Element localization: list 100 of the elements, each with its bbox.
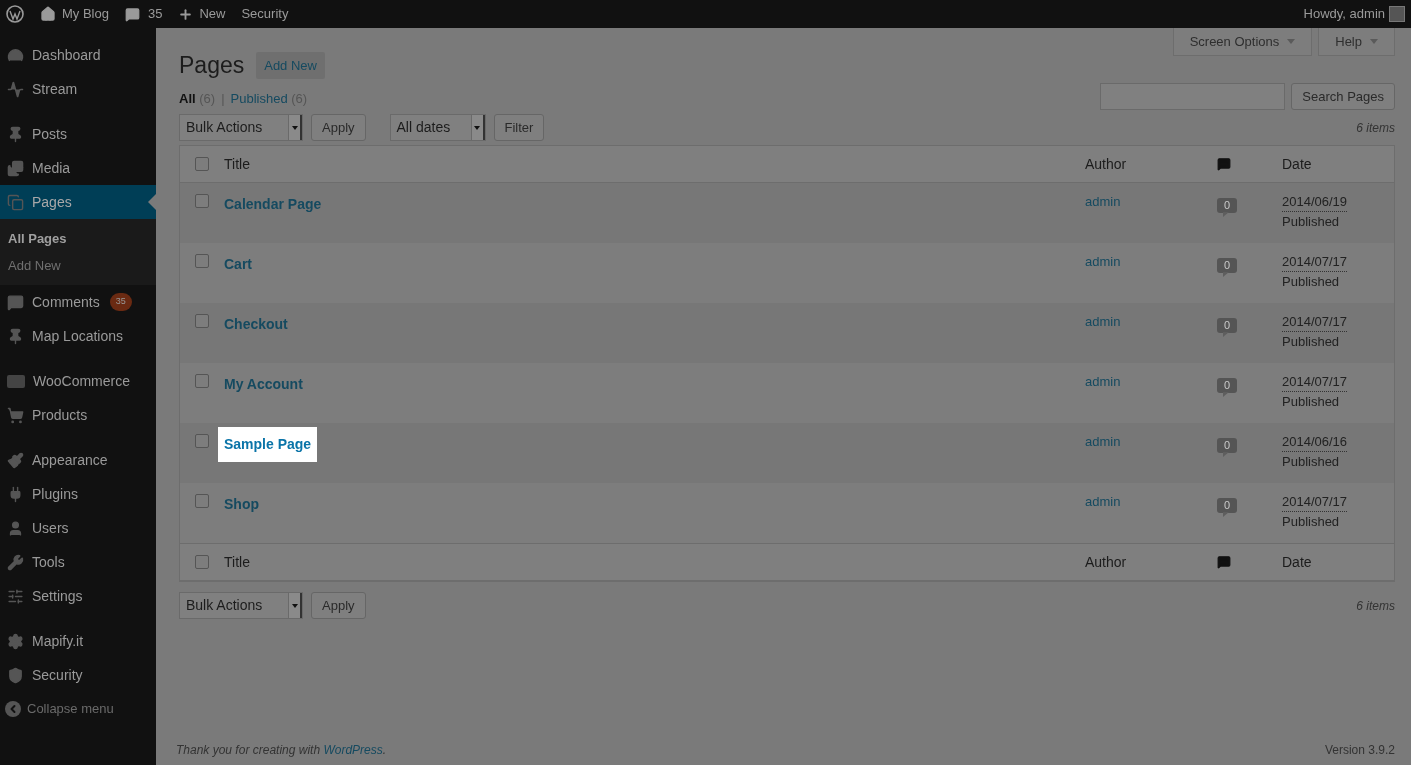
caret-icon: [288, 593, 302, 618]
author-link[interactable]: admin: [1085, 312, 1217, 332]
column-header[interactable]: Author: [1085, 153, 1217, 175]
date-text: 2014/06/16: [1282, 432, 1348, 452]
pages-icon: [7, 193, 24, 211]
sidebar-item[interactable]: Products: [0, 398, 156, 432]
column-header[interactable]: Title: [224, 551, 1085, 573]
author-link[interactable]: admin: [1085, 372, 1217, 392]
cart-icon: [7, 406, 24, 424]
apply-button[interactable]: Apply: [311, 592, 366, 619]
sidebar-item[interactable]: WooCommerce: [0, 364, 156, 398]
checkbox[interactable]: [195, 555, 209, 569]
sidebar-item[interactable]: Tools: [0, 545, 156, 579]
checkbox[interactable]: [195, 157, 209, 171]
checkbox[interactable]: [195, 374, 209, 388]
greeting-link[interactable]: Howdy, admin: [1303, 4, 1385, 24]
sidebar-item[interactable]: Mapify.it: [0, 624, 156, 658]
item-count: 6 items: [1356, 597, 1395, 615]
screen-options-tab[interactable]: Screen Options: [1172, 28, 1313, 56]
date-text: 2014/07/17: [1282, 252, 1348, 272]
checkbox[interactable]: [195, 314, 209, 328]
date-text: 2014/07/17: [1282, 372, 1348, 392]
comments-column-icon: [1217, 157, 1231, 171]
page-title-link[interactable]: Shop: [224, 494, 259, 515]
date-text: 2014/07/17: [1282, 312, 1348, 332]
version-text: Version 3.9.2: [1324, 742, 1395, 759]
dropdown[interactable]: All dates: [389, 114, 486, 141]
sidebar-item[interactable]: Appearance: [0, 443, 156, 477]
sliders-icon: [7, 587, 24, 605]
sidebar-item[interactable]: Settings: [0, 579, 156, 613]
page-title-link[interactable]: My Account: [224, 374, 303, 395]
avatar-icon: [1389, 6, 1405, 22]
sidebar-item[interactable]: Users: [0, 511, 156, 545]
date-text: 2014/06/19: [1282, 192, 1348, 212]
column-header[interactable]: Author: [1085, 551, 1217, 573]
comment-icon: [124, 6, 140, 22]
submenu-item[interactable]: All Pages: [0, 225, 156, 252]
column-header[interactable]: Date: [1282, 153, 1394, 175]
page-title: Pages: [179, 51, 245, 80]
author-link[interactable]: admin: [1085, 192, 1217, 212]
status-text: Published: [1282, 213, 1340, 231]
user-icon: [7, 519, 24, 537]
plus-icon: [178, 6, 194, 22]
sidebar-item[interactable]: Security: [0, 658, 156, 692]
new-link[interactable]: New: [199, 4, 226, 24]
shield-icon: [7, 666, 24, 684]
comments-count-link[interactable]: 35: [147, 4, 163, 24]
dropdown[interactable]: Bulk Actions: [179, 114, 303, 141]
column-header[interactable]: Date: [1282, 551, 1394, 573]
search-button[interactable]: Search Pages: [1291, 83, 1395, 110]
filter-button[interactable]: Filter: [493, 114, 545, 141]
count-badge: 35: [109, 293, 132, 311]
column-header[interactable]: Title: [224, 153, 1085, 175]
sidebar-item[interactable]: Plugins: [0, 477, 156, 511]
sidebar-item[interactable]: Comments 35: [0, 285, 156, 319]
media-icon: [7, 159, 24, 177]
caret-icon: [470, 115, 485, 140]
submenu-item[interactable]: Add New: [0, 252, 156, 279]
author-link[interactable]: admin: [1085, 492, 1217, 512]
caret-icon: [288, 115, 302, 140]
sidebar-item[interactable]: Stream: [0, 72, 156, 106]
checkbox[interactable]: [195, 434, 209, 448]
sidebar-item[interactable]: Map Locations: [0, 319, 156, 353]
checkbox[interactable]: [195, 254, 209, 268]
date-text: 2014/07/17: [1282, 492, 1348, 512]
page-title-link[interactable]: Sample Page: [218, 427, 318, 462]
gear-icon: [7, 632, 24, 650]
checkbox[interactable]: [195, 194, 209, 208]
status-text: Published: [1282, 513, 1340, 531]
footer-credit: Thank you for creating with WordPress.: [176, 742, 387, 759]
pulse-icon: [7, 80, 24, 98]
site-link[interactable]: My Blog: [62, 4, 109, 24]
help-tab[interactable]: Help: [1318, 28, 1395, 56]
author-link[interactable]: admin: [1085, 252, 1217, 272]
sidebar-item[interactable]: Media: [0, 151, 156, 185]
pushpin-icon: [7, 327, 24, 345]
dropdown[interactable]: Bulk Actions: [179, 592, 303, 619]
wordpress-link[interactable]: WordPress: [323, 743, 383, 757]
pushpin-icon: [7, 125, 24, 143]
sidebar-item[interactable]: Pages: [0, 185, 156, 219]
status-text: Published: [1282, 333, 1340, 351]
author-link[interactable]: admin: [1085, 432, 1217, 452]
comments-column-icon: [1217, 555, 1231, 569]
status-text: Published: [1282, 273, 1340, 291]
home-icon: [40, 6, 56, 22]
filter-separator: |: [221, 89, 225, 108]
collapse-menu-button[interactable]: Collapse menu: [0, 699, 156, 719]
wrench-icon: [7, 553, 24, 571]
security-link[interactable]: Security: [241, 4, 289, 24]
menu-pointer: [148, 194, 156, 210]
checkbox[interactable]: [195, 494, 209, 508]
sidebar-item[interactable]: Dashboard: [0, 38, 156, 72]
logo-icon[interactable]: [6, 5, 24, 23]
page-title-link[interactable]: Cart: [224, 254, 252, 275]
status-text: Published: [1282, 453, 1340, 471]
sidebar-item[interactable]: Posts: [0, 117, 156, 151]
status-text: Published: [1282, 393, 1340, 411]
speech-bubble-icon: [7, 293, 24, 311]
apply-button[interactable]: Apply: [311, 114, 366, 141]
item-count: 6 items: [1356, 119, 1395, 137]
